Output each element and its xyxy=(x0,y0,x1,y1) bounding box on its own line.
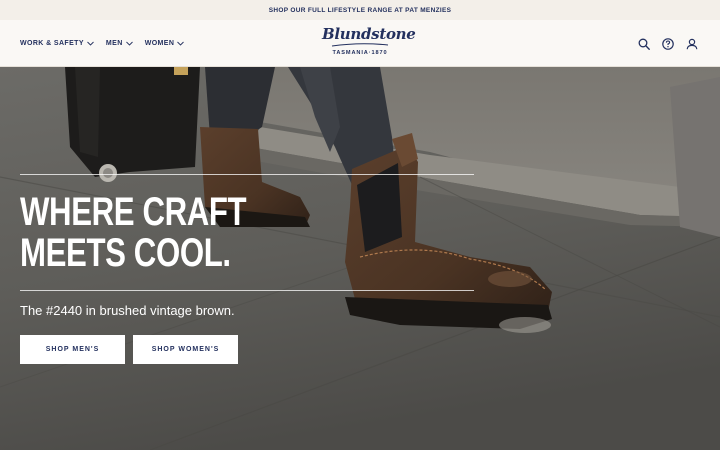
nav-item-women[interactable]: WOMEN xyxy=(145,40,185,47)
main-nav: WORK & SAFETY MEN WOMEN xyxy=(20,20,185,67)
logo-wordmark: Blundstone xyxy=(322,25,416,43)
nav-item-work-safety[interactable]: WORK & SAFETY xyxy=(20,40,94,47)
nav-item-label: WOMEN xyxy=(144,40,175,47)
shop-womens-button[interactable]: SHOP WOMEN'S xyxy=(133,335,238,364)
hero-banner: WHERE CRAFT MEETS COOL. The #2440 in bru… xyxy=(0,67,720,450)
chevron-down-icon xyxy=(125,41,133,46)
search-icon[interactable] xyxy=(638,38,650,50)
nav-item-label: MEN xyxy=(105,40,123,47)
site-header: WORK & SAFETY MEN WOMEN Blundstone TASMA… xyxy=(0,20,720,67)
shop-womens-label: SHOP WOMEN'S xyxy=(151,346,220,353)
nav-item-label: WORK & SAFETY xyxy=(20,40,84,47)
hero-headline-line-2: MEETS COOL. xyxy=(20,231,231,275)
chevron-down-icon xyxy=(87,41,94,46)
logo-swoosh xyxy=(331,43,389,47)
hero-headline: WHERE CRAFT MEETS COOL. xyxy=(20,192,254,274)
hero-divider-bottom xyxy=(20,290,474,291)
brand-logo[interactable]: Blundstone TASMANIA·1870 xyxy=(322,25,416,62)
announcement-bar[interactable]: SHOP OUR FULL LIFESTYLE RANGE AT PAT MEN… xyxy=(0,0,720,20)
announcement-text[interactable]: SHOP OUR FULL LIFESTYLE RANGE AT PAT MEN… xyxy=(269,7,451,14)
help-icon[interactable] xyxy=(662,37,674,50)
hero-headline-line-1: WHERE CRAFT xyxy=(20,190,247,234)
logo-tagline: TASMANIA·1870 xyxy=(332,50,388,56)
header-actions xyxy=(638,20,698,67)
shop-mens-button[interactable]: SHOP MEN'S xyxy=(20,335,125,364)
chevron-down-icon xyxy=(177,41,185,46)
hero-divider-top xyxy=(20,174,474,175)
hero-subtitle: The #2440 in brushed vintage brown. xyxy=(20,303,235,318)
nav-item-men[interactable]: MEN xyxy=(106,40,133,47)
account-icon[interactable] xyxy=(686,38,698,50)
shop-mens-label: SHOP MEN'S xyxy=(45,346,100,353)
